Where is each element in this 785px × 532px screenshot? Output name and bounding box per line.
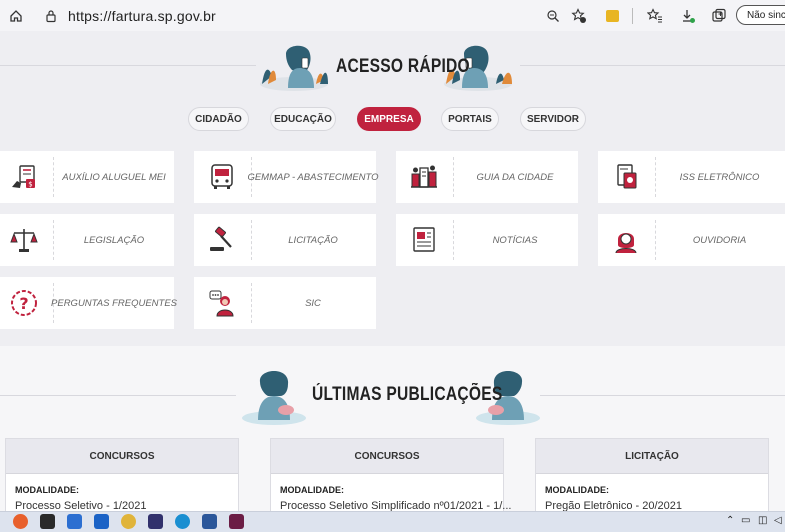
collections-icon[interactable] <box>709 6 729 26</box>
premiere-icon[interactable] <box>148 514 163 529</box>
publication-category: CONCURSOS <box>6 439 238 474</box>
card-label: PERGUNTAS FREQUENTES <box>51 297 177 309</box>
quick-access-card-licitacao[interactable]: LICITAÇÃO <box>194 214 376 266</box>
card-divider <box>251 220 253 260</box>
battery-icon[interactable]: ▭ <box>741 515 750 526</box>
card-divider <box>251 283 253 323</box>
tab-educacao[interactable]: EDUCAÇÃO <box>270 107 336 131</box>
card-divider <box>53 220 55 260</box>
taskbar: ⌃ ▭ ◫ ◁ <box>0 511 785 532</box>
card-divider <box>53 157 55 197</box>
publication-card[interactable]: CONCURSOS MODALIDADE: Processo Seletivo … <box>270 438 511 512</box>
card-label: LICITAÇÃO <box>288 234 338 246</box>
svg-text:?: ? <box>19 294 28 313</box>
tab-portais[interactable]: PORTAIS <box>441 107 499 131</box>
modality-label: MODALIDADE: <box>545 485 609 495</box>
tab-servidor[interactable]: SERVIDOR <box>520 107 586 131</box>
store-icon[interactable] <box>40 514 55 529</box>
zoom-icon[interactable] <box>543 6 563 26</box>
quick-access-card-legislacao[interactable]: LEGISLAÇÃO <box>0 214 174 266</box>
publication-card[interactable]: CONCURSOS MODALIDADE: Processo Seletivo … <box>5 438 239 512</box>
indesign-icon[interactable] <box>229 514 244 529</box>
card-label: GEMMAP - ABASTECIMENTO <box>247 171 379 183</box>
lock-icon[interactable] <box>41 6 61 26</box>
tab-cidadao[interactable]: CIDADÃO <box>188 107 249 131</box>
outlook-icon[interactable] <box>94 514 109 529</box>
publication-card[interactable]: LICITAÇÃO MODALIDADE: Pregão Eletrônico … <box>535 438 769 512</box>
title-rule-right <box>520 65 785 66</box>
network-icon[interactable]: ◫ <box>758 515 767 526</box>
quick-access-card-gemmap[interactable]: GEMMAP - ABASTECIMENTO <box>194 151 379 203</box>
quick-access-card-perguntas-frequentes[interactable]: ? PERGUNTAS FREQUENTES <box>0 277 177 329</box>
title-rule-left <box>0 395 236 396</box>
category-tabs: CIDADÃO EDUCAÇÃO EMPRESA PORTAIS SERVIDO… <box>0 107 785 131</box>
quick-access-card-auxilio-aluguel-mei[interactable]: $ AUXÍLIO ALUGUEL MEI <box>0 151 174 203</box>
chrome-icon[interactable] <box>121 514 136 529</box>
home-icon[interactable] <box>6 6 26 26</box>
city-guide-icon <box>396 151 452 203</box>
mail-icon[interactable] <box>67 514 82 529</box>
modality-label: MODALIDADE: <box>280 485 344 495</box>
question-icon: ? <box>0 277 48 329</box>
extension-icon[interactable] <box>606 10 619 22</box>
volume-icon[interactable]: ◁ <box>774 515 782 526</box>
card-label: OUVIDORIA <box>692 234 747 246</box>
iss-document-icon <box>598 151 654 203</box>
card-label: LEGISLAÇÃO <box>83 234 145 246</box>
word-icon[interactable] <box>202 514 217 529</box>
modality-label: MODALIDADE: <box>15 485 79 495</box>
favorites-icon[interactable] <box>645 6 665 26</box>
address-bar[interactable]: https://fartura.sp.gov.br <box>68 8 216 24</box>
favorite-add-icon[interactable] <box>569 6 589 26</box>
quick-access-card-guia-da-cidade[interactable]: GUIA DA CIDADE <box>396 151 578 203</box>
quick-access-card-sic[interactable]: SIC <box>194 277 376 329</box>
title-rule-right <box>540 395 785 396</box>
gavel-icon <box>194 214 250 266</box>
woman-reading-illustration <box>238 366 310 431</box>
card-label: GUIA DA CIDADE <box>476 171 554 183</box>
card-label: ISS ELETRÔNICO <box>679 171 760 183</box>
tray-chevron-icon[interactable]: ⌃ <box>726 515 734 526</box>
firefox-icon[interactable] <box>13 514 28 529</box>
card-divider <box>655 220 657 260</box>
tab-empresa[interactable]: EMPRESA <box>357 107 421 131</box>
bus-icon <box>194 151 250 203</box>
card-label: SIC <box>305 297 321 309</box>
quick-access-title: ACESSO RÁPIDO <box>336 56 470 77</box>
information-desk-icon <box>194 277 250 329</box>
headset-operator-icon <box>598 214 654 266</box>
card-label: NOTÍCIAS <box>492 234 538 246</box>
card-divider <box>453 157 455 197</box>
svg-text:$: $ <box>28 181 32 189</box>
publication-category: LICITAÇÃO <box>536 439 768 474</box>
sync-button[interactable]: Não sincr <box>736 5 785 25</box>
card-divider <box>453 220 455 260</box>
title-rule-left <box>0 65 256 66</box>
card-divider <box>655 157 657 197</box>
card-label: AUXÍLIO ALUGUEL MEI <box>62 171 166 183</box>
woman-phone-illustration <box>258 40 330 97</box>
browser-toolbar: https://fartura.sp.gov.br Não sincr <box>0 0 785 32</box>
quick-access-card-iss-eletronico[interactable]: ISS ELETRÔNICO <box>598 151 785 203</box>
publications-title: ÚLTIMAS PUBLICAÇÕES <box>312 384 503 405</box>
quick-access-card-noticias[interactable]: NOTÍCIAS <box>396 214 578 266</box>
scales-icon <box>0 214 48 266</box>
newspaper-icon <box>396 214 452 266</box>
downloads-icon[interactable] <box>678 6 698 26</box>
edge-icon[interactable] <box>175 514 190 529</box>
toolbar-divider <box>632 8 633 24</box>
quick-access-card-ouvidoria[interactable]: OUVIDORIA <box>598 214 785 266</box>
rent-aid-icon: $ <box>0 151 48 203</box>
publication-category: CONCURSOS <box>271 439 503 474</box>
